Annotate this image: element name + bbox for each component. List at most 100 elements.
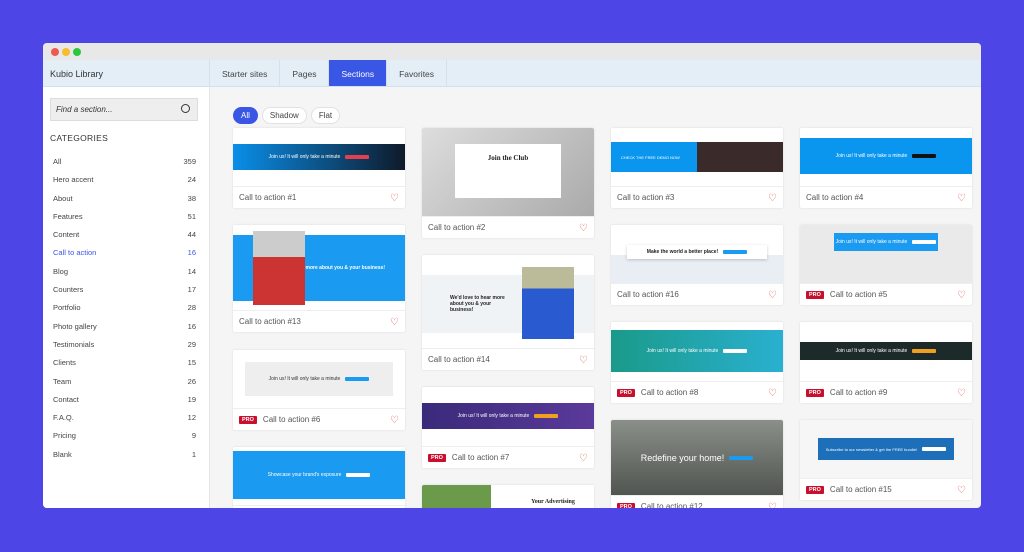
category-label: All [53,157,62,166]
heart-icon[interactable]: ♡ [579,355,588,366]
card-footer: PRO Call to action #5 ♡ [800,283,972,305]
category-item[interactable]: Portfolio 28 [53,303,196,321]
section-card[interactable]: Join us! It will only take a minute Call … [233,128,405,208]
category-item[interactable]: Counters 17 [53,285,196,303]
category-item[interactable]: Team 26 [53,377,196,395]
category-count: 29 [187,339,196,349]
category-item[interactable]: Call to action 16 [53,248,196,266]
section-card[interactable]: Join us! It will only take a minute Call … [800,128,972,208]
heart-icon[interactable]: ♡ [768,502,777,508]
card-footer: ♡ [233,505,405,508]
heart-icon[interactable]: ♡ [768,193,777,204]
category-label: Counters [53,285,84,295]
tab-pages[interactable]: Pages [280,60,330,86]
category-label: Blog [53,266,69,276]
section-card[interactable]: Join us! It will only take a minute PRO Ca… [422,387,594,468]
section-card[interactable]: Join us! It will only take a minute PRO Ca… [611,322,783,403]
category-label: Testimonials [53,339,95,349]
header: Kubio Library Starter sites Pages Sectio… [43,60,981,87]
tab-favorites[interactable]: Favorites [387,60,448,86]
section-thumbnail: Your Advertising [422,485,594,508]
minimize-window-button[interactable] [62,48,70,56]
section-card[interactable]: Subscribe to our newsletter & get the FR… [800,420,972,500]
tab-sections[interactable]: Sections [329,60,388,86]
filter-chips: All Shadow Flat [233,107,341,124]
category-item[interactable]: About 38 [53,194,196,212]
card-footer: Call to action #13 ♡ [233,310,405,332]
section-thumbnail: Join us! It will only take a minute [800,322,972,381]
section-card[interactable]: Join the Club Call to action #2 ♡ [422,128,594,238]
heart-icon[interactable]: ♡ [768,290,777,301]
app-title: Kubio Library [43,60,210,86]
pro-badge: PRO [617,502,635,508]
section-card[interactable]: Redefine your home! PRO Call to action #12… [611,420,783,508]
heart-icon[interactable]: ♡ [957,290,966,301]
section-card[interactable]: Your Advertising♡ [422,485,594,508]
pro-badge: PRO [806,388,824,397]
category-item[interactable]: Hero accent 24 [53,175,196,193]
heart-icon[interactable]: ♡ [390,317,399,328]
tab-starter-sites[interactable]: Starter sites [210,60,281,86]
category-item[interactable]: Blank 1 [53,450,196,468]
category-count: 38 [187,193,196,203]
category-item[interactable]: Clients 15 [53,358,196,376]
heart-icon[interactable]: ♡ [957,388,966,399]
category-count: 17 [187,285,196,295]
thumbnail-text: Join us! It will only take a minute [835,153,908,159]
card-footer: PRO Call to action #8 ♡ [611,381,783,403]
category-count: 16 [187,321,196,331]
section-card[interactable]: Join us! It will only take a minute PRO Ca… [233,350,405,430]
category-label: Call to action [53,248,97,258]
card-footer: Call to action #2 ♡ [422,216,594,238]
section-card[interactable]: CHECK THE FREE DEMO NOW Call to action #3… [611,128,783,208]
card-title: Call to action #1 [239,193,297,202]
category-item[interactable]: Testimonials 29 [53,340,196,358]
section-card[interactable]: Join us! It will only take a minute PRO Ca… [800,322,972,403]
heart-icon[interactable]: ♡ [768,388,777,399]
section-card[interactable]: Showcase your brand's exposure ♡ [233,447,405,508]
category-label: Contact [53,394,79,404]
category-item[interactable]: Photo gallery 16 [53,322,196,340]
category-count: 14 [187,266,196,276]
pro-badge: PRO [806,485,824,494]
close-window-button[interactable] [51,48,59,56]
category-item[interactable]: All 359 [53,157,196,175]
category-label: Portfolio [53,303,81,313]
pro-badge: PRO [428,453,446,462]
section-thumbnail: We'd love to hear more about you & your … [422,255,594,348]
heart-icon[interactable]: ♡ [579,453,588,464]
filter-shadow[interactable]: Shadow [261,107,307,124]
section-card[interactable]: We'd love to hear more about you & your … [233,225,405,332]
filter-flat[interactable]: Flat [310,107,341,124]
filter-all[interactable]: All [233,107,258,124]
heart-icon[interactable]: ♡ [390,415,399,426]
category-count: 12 [187,413,196,423]
card-title: Call to action #15 [829,485,892,494]
category-count: 51 [187,211,196,221]
category-item[interactable]: Pricing 9 [53,431,196,449]
section-card[interactable]: Join us! It will only take a minute PRO Ca… [800,225,972,305]
section-thumbnail: Join the Club [422,128,594,216]
heart-icon[interactable]: ♡ [957,193,966,204]
section-card[interactable]: Make the world a better place! Call to ac… [611,225,783,305]
pro-badge: PRO [617,388,635,397]
category-item[interactable]: Features 51 [53,212,196,230]
section-card[interactable]: We'd love to hear more about you & your … [422,255,594,370]
heart-icon[interactable]: ♡ [579,223,588,234]
category-count: 15 [187,358,196,368]
category-item[interactable]: Blog 14 [53,267,196,285]
card-footer: PRO Call to action #7 ♡ [422,446,594,468]
category-label: Hero accent [53,175,94,185]
thumbnail-text: Join us! It will only take a minute [835,239,908,245]
heart-icon[interactable]: ♡ [957,485,966,496]
category-item[interactable]: Contact 19 [53,395,196,413]
maximize-window-button[interactable] [73,48,81,56]
thumbnail-text: Your Advertising [531,499,575,505]
search-input[interactable]: Find a section... [50,98,198,121]
category-item[interactable]: Content 44 [53,230,196,248]
section-thumbnail: Join us! It will only take a minute [800,225,972,283]
card-title: Call to action #16 [617,290,679,299]
search-icon[interactable] [181,104,190,113]
category-item[interactable]: F.A.Q. 12 [53,413,196,431]
heart-icon[interactable]: ♡ [390,193,399,204]
